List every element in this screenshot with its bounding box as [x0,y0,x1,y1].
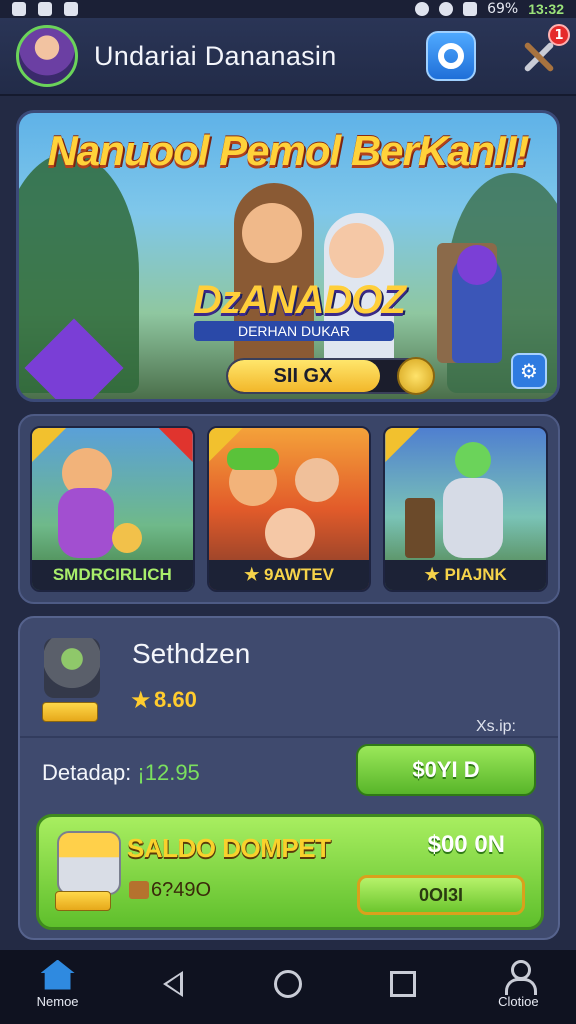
game-title: ★ 9AWTEV [208,560,370,590]
coin-icon [438,43,464,69]
bottom-navigation: Nemoe Clotioe [0,950,576,1024]
hero-headline: Nanuool Pemol BerKanII! [47,127,529,174]
clock: 13:32 [528,1,564,17]
hero-logo-subtitle: DERHAN DUKAR [194,321,394,341]
nav-profile[interactable]: Clotioe [470,950,566,1018]
coin-knob-icon[interactable] [397,357,435,395]
game-title: SMDRCIRLICH [32,560,193,590]
bluetooth-icon [415,2,430,16]
saldo-card: SALDO DOMPET $00 0N 6?49O 0OI3I [36,814,544,930]
chest-icon [57,831,121,895]
saldo-subvalue: 6?49O [151,879,212,901]
circle-home-icon [273,970,302,998]
game-card[interactable]: ★ PIAJNK [383,426,549,592]
player-row: Sethdzen ★ 8.60 Xs.ip: [38,632,544,735]
photo-icon [38,2,52,16]
cowboy-face [242,203,302,263]
app-header: Undariai Dananasin 1 [0,18,576,96]
status-bar: 69% 13:32 [0,0,576,18]
nav-recents[interactable] [355,950,451,1018]
notification-badge: 1 [548,24,570,46]
image-icon [64,2,78,16]
kid-face [457,245,497,285]
detail-button[interactable]: $0YI D [356,744,536,796]
ticket-icon [42,702,98,722]
detail-row: Detadap: ¡12.95 [42,760,200,786]
recents-icon [390,971,417,997]
player-meta: Xs.ip: [475,718,516,735]
game-card[interactable]: ★ 9AWTEV [206,426,372,592]
game-card[interactable]: SMDRCIRLICH [30,426,195,592]
player-name: Sethdzen [132,638,251,669]
nav-home-label: Nemoe [36,993,79,1009]
game-title: ★ PIAJNK [385,560,547,590]
coin-button[interactable] [426,31,476,81]
nav-home[interactable]: Nemoe [10,950,106,1018]
share-icon[interactable]: ⚙ [511,353,547,389]
saldo-button[interactable]: 0OI3I [357,875,525,915]
nav-profile-label: Clotioe [498,993,539,1009]
saldo-amount: $00 0N [427,831,505,858]
saldo-title: SALDO DOMPET [127,833,331,863]
back-icon [162,971,183,997]
signal-icon [463,2,478,16]
box-icon [129,881,149,899]
girl-face [329,223,384,278]
divider [20,736,558,738]
detail-label: Detadap: [42,760,138,785]
battery-percent: 69% [487,1,519,17]
nav-home-circle[interactable] [240,950,336,1018]
progress-label: SII GX [273,364,333,387]
profile-icon [503,959,538,995]
detail-value: ¡12.95 [137,760,200,785]
ticket-icon [55,891,111,911]
hero-banner[interactable]: Nanuool Pemol BerKanII! DzANADOZ DERHAN … [16,110,560,402]
avatar[interactable] [16,25,78,87]
app-title: Undariai Dananasin [94,40,337,71]
wallet-panel: Sethdzen ★ 8.60 Xs.ip: Detadap: ¡12.95 $… [18,616,560,940]
player-rating: 8.60 [154,687,197,712]
notification-icon [12,2,26,16]
nav-back[interactable] [125,950,221,1018]
player-avatar-icon[interactable] [44,638,100,698]
games-carousel: SMDRCIRLICH ★ 9AWTEV ★ PIAJNK [18,414,560,604]
tools-button[interactable]: 1 [516,24,570,78]
wifi-icon [439,2,454,16]
hero-logo: DzANADOZ [193,278,406,322]
home-icon [40,959,75,990]
star-icon: ★ [130,686,152,714]
